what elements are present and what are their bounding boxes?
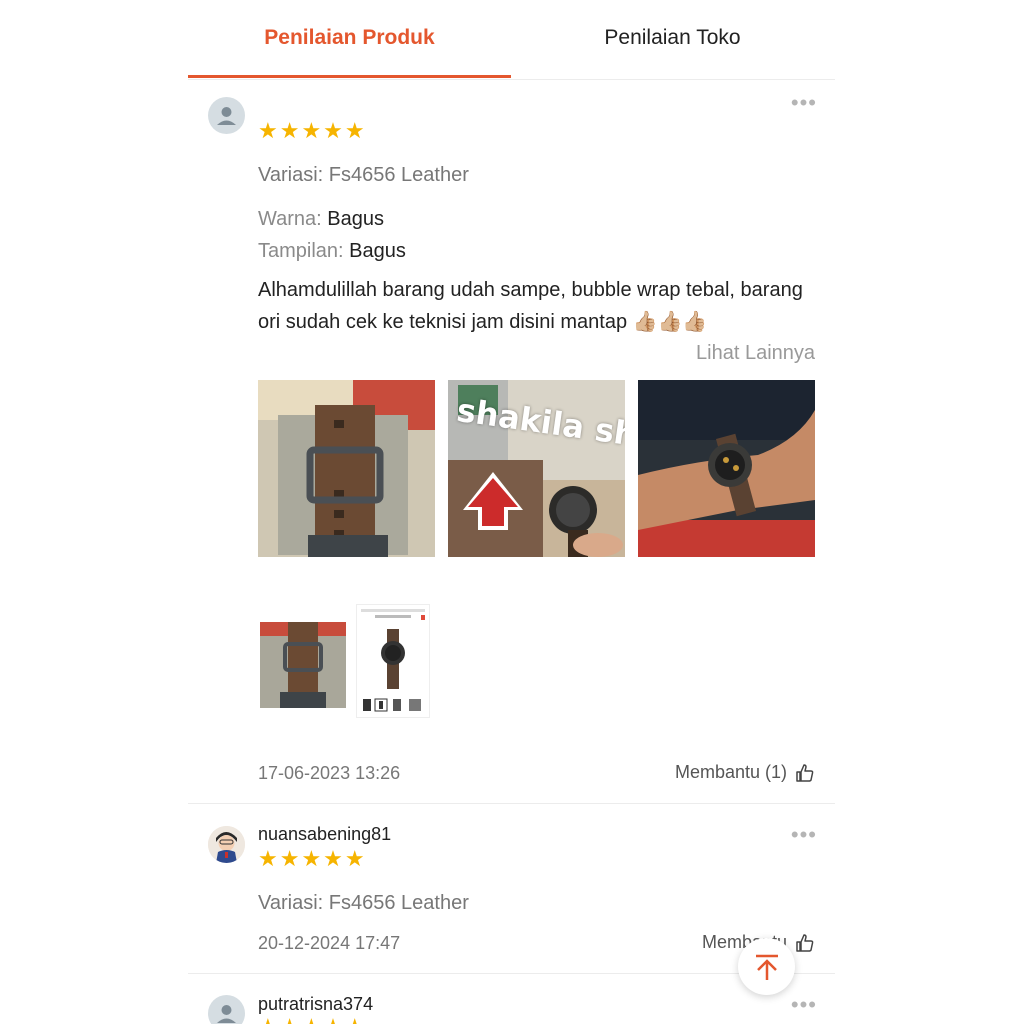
rating-stars: ★★★★★ [258, 118, 367, 143]
avatar [208, 97, 245, 134]
variation-text: Variasi: Fs4656 Leather [258, 164, 469, 186]
review-photo[interactable] [258, 380, 435, 557]
review-photo[interactable] [356, 604, 430, 718]
avatar [208, 995, 245, 1024]
rating-stars: ★★★★★ [258, 1014, 367, 1024]
review-photo[interactable] [260, 622, 346, 708]
thumbs-up-icon [796, 763, 814, 782]
display-attribute: Tampilan: Bagus [258, 240, 406, 263]
helpful-button[interactable]: Membantu (1) [675, 762, 815, 783]
color-label: Warna: [258, 208, 322, 230]
review-date: 17-06-2023 13:26 [258, 763, 401, 783]
color-attribute: Warna: Bagus [258, 208, 384, 231]
tab-product-reviews[interactable]: Penilaian Produk [188, 26, 511, 50]
review-date: 20-12-2024 17:47 [258, 933, 401, 953]
scroll-to-top-button[interactable] [738, 938, 795, 995]
review-photo[interactable]: shakila shope [448, 380, 625, 557]
rating-stars: ★★★★★ [258, 846, 367, 871]
tab-bar: Penilaian Produk Penilaian Toko [188, 0, 835, 80]
display-label: Tampilan: [258, 240, 344, 262]
helpful-label: Membantu (1) [674, 762, 787, 782]
user-icon [217, 107, 236, 125]
avatar [208, 826, 245, 863]
variation-text: Variasi: Fs4656 Leather [258, 892, 469, 914]
more-options-icon[interactable]: ••• [791, 824, 817, 846]
review-photo[interactable] [638, 380, 815, 557]
active-tab-indicator [188, 75, 511, 78]
arrow-up-icon [755, 954, 778, 980]
more-options-icon[interactable]: ••• [791, 92, 817, 114]
divider [188, 803, 835, 804]
tab-shop-reviews[interactable]: Penilaian Toko [511, 26, 834, 50]
color-value: Bagus [327, 208, 385, 230]
reviewer-username: nuansabening81 [258, 824, 392, 844]
reviews-screen: Penilaian Produk Penilaian Toko ••• ★★★★… [188, 0, 835, 1024]
display-value: Bagus [349, 240, 406, 262]
reviewer-username: putratrisna374 [258, 994, 374, 1014]
review-comment: Alhamdulillah barang udah sampe, bubble … [258, 279, 803, 333]
user-icon [217, 1005, 236, 1023]
thumbs-up-icon [796, 933, 814, 952]
see-more-link[interactable]: Lihat Lainnya [696, 342, 815, 365]
more-options-icon[interactable]: ••• [791, 994, 817, 1016]
